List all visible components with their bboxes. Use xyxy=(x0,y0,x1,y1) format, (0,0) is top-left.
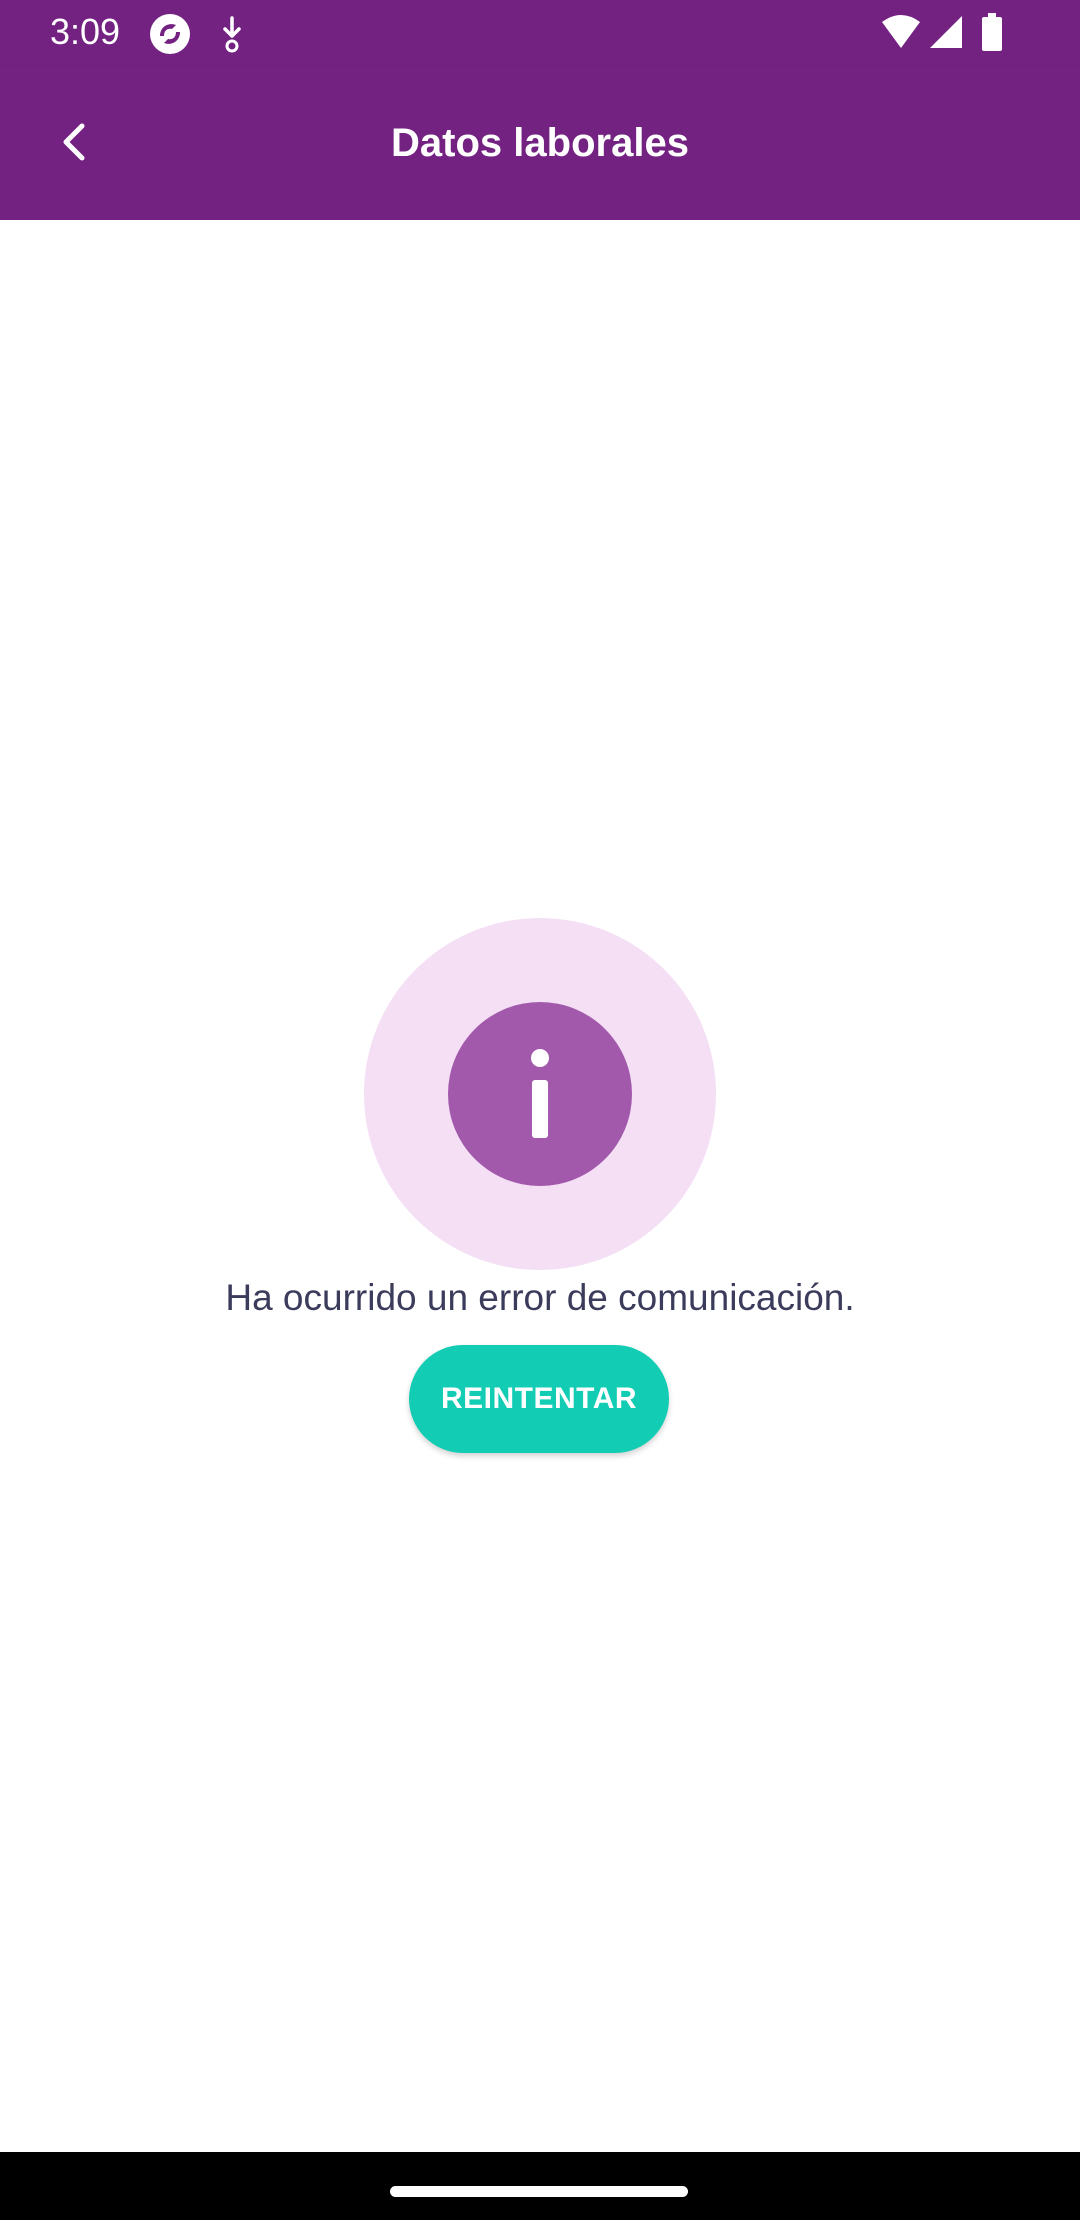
battery-icon xyxy=(982,13,1002,51)
page-title: Datos laborales xyxy=(391,120,689,165)
error-message: Ha ocurrido un error de comunicación. xyxy=(225,1277,855,1318)
app-notification-icon xyxy=(150,14,190,54)
signal-icon xyxy=(930,16,962,48)
download-notification-icon xyxy=(223,16,241,53)
app-bar: Datos laborales xyxy=(0,66,1080,220)
info-icon-halo xyxy=(364,918,716,1270)
back-button[interactable] xyxy=(36,102,116,182)
home-indicator[interactable] xyxy=(390,2186,688,2197)
chevron-left-icon xyxy=(63,123,85,161)
info-icon xyxy=(448,1002,632,1186)
wifi-icon xyxy=(882,15,920,48)
navigation-bar xyxy=(0,2152,1080,2220)
status-bar: 3:09 xyxy=(0,0,1080,66)
retry-button[interactable]: REINTENTAR xyxy=(409,1345,669,1453)
status-time: 3:09 xyxy=(50,11,121,52)
info-icon-dot xyxy=(531,1049,549,1067)
info-icon-bar xyxy=(532,1080,548,1138)
